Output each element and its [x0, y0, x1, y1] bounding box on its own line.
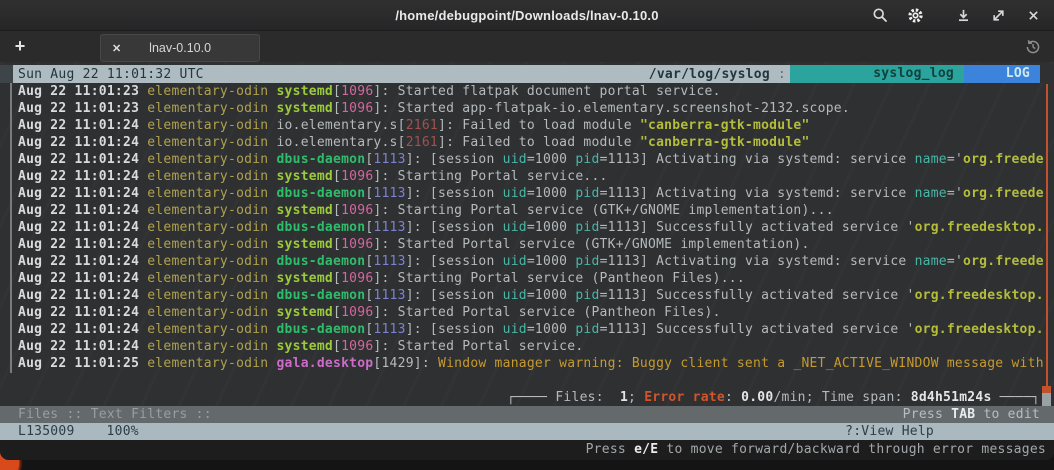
tab-label: lnav-0.10.0: [121, 41, 239, 55]
tab-key-hint: TAB: [951, 407, 975, 422]
log-line: Aug 22 11:01:23 elementary-odin systemd[…: [0, 100, 1054, 117]
log-line: Aug 22 11:01:24 elementary-odin systemd[…: [0, 168, 1054, 185]
current-time: Sun Aug 22 11:01:32 UTC: [13, 66, 204, 83]
log-view: Aug 22 11:01:23 elementary-odin systemd[…: [0, 83, 1054, 372]
log-line: Aug 22 11:01:25 elementary-odin gala.des…: [0, 355, 1054, 372]
view-help-hint[interactable]: ?:View Help: [845, 423, 934, 440]
titlebar-actions: [858, 0, 1046, 30]
resize-icon[interactable]: [985, 2, 1011, 28]
gear-icon[interactable]: [902, 2, 928, 28]
terminal-window: /home/debugpoint/Downloads/lnav-0.10.0 +…: [0, 0, 1054, 460]
log-line: Aug 22 11:01:23 elementary-odin systemd[…: [0, 83, 1054, 100]
log-format-badge: syslog_log: [790, 65, 964, 83]
log-line: Aug 22 11:01:24 elementary-odin systemd[…: [0, 338, 1054, 355]
filter-statusbar: Files :: Text Filters :: Press TAB to ed…: [0, 406, 1054, 423]
tab-lnav[interactable]: ✕ lnav-0.10.0: [100, 34, 260, 62]
path-separator: :: [770, 66, 790, 83]
files-summary-overlay: ┌──── Files: 1; Error rate: 0.00/min; Ti…: [0, 389, 1054, 406]
lnav-top-statusbar: Sun Aug 22 11:01:32 UTC /var/log/syslog …: [0, 65, 1054, 83]
titlebar[interactable]: /home/debugpoint/Downloads/lnav-0.10.0: [0, 0, 1054, 31]
log-line: Aug 22 11:01:24 elementary-odin dbus-dae…: [0, 253, 1054, 270]
download-icon[interactable]: [950, 2, 976, 28]
topbar-edge: [1040, 65, 1054, 83]
view-name-badge: LOG: [964, 65, 1040, 83]
tabbar: + ✕ lnav-0.10.0: [0, 31, 1054, 64]
scrollbar-track[interactable]: [1046, 84, 1048, 389]
history-icon[interactable]: [1024, 38, 1042, 56]
close-icon[interactable]: [1020, 2, 1046, 28]
tab-hint: Press TAB to edit: [903, 406, 1040, 423]
log-line: Aug 22 11:01:24 elementary-odin systemd[…: [0, 304, 1054, 321]
log-line: Aug 22 11:01:24 elementary-odin io.eleme…: [0, 134, 1054, 151]
line-number: L135009: [18, 423, 75, 440]
position-statusbar: L135009 100% ?:View Help: [0, 423, 1054, 440]
lnav-terminal[interactable]: Sun Aug 22 11:01:32 UTC /var/log/syslog …: [0, 62, 1054, 460]
filter-tabs-label[interactable]: Files :: Text Filters ::: [18, 406, 212, 423]
log-line: Aug 22 11:01:24 elementary-odin dbus-dae…: [0, 321, 1054, 338]
log-file-path: /var/log/syslog: [649, 66, 770, 83]
log-line: Aug 22 11:01:24 elementary-odin io.eleme…: [0, 117, 1054, 134]
log-line: Aug 22 11:01:24 elementary-odin systemd[…: [0, 236, 1054, 253]
log-line: Aug 22 11:01:24 elementary-odin dbus-dae…: [0, 287, 1054, 304]
topbar-notch: [0, 65, 13, 83]
log-line: Aug 22 11:01:24 elementary-odin dbus-dae…: [0, 151, 1054, 168]
scroll-percent: 100%: [107, 423, 139, 440]
tab-close-icon[interactable]: ✕: [112, 42, 121, 55]
new-tab-button[interactable]: +: [8, 35, 32, 59]
window-title: /home/debugpoint/Downloads/lnav-0.10.0: [395, 8, 658, 23]
log-line: Aug 22 11:01:24 elementary-odin systemd[…: [0, 202, 1054, 219]
search-icon[interactable]: [867, 2, 893, 28]
log-line: Aug 22 11:01:24 elementary-odin dbus-dae…: [0, 219, 1054, 236]
log-left-rule: [10, 83, 12, 373]
log-line: Aug 22 11:01:24 elementary-odin dbus-dae…: [0, 185, 1054, 202]
scrollbar-thumb[interactable]: [1042, 386, 1051, 406]
log-line: Aug 22 11:01:24 elementary-odin systemd[…: [0, 270, 1054, 287]
keymap-hint-bar: Press e/E to move forward/backward throu…: [0, 440, 1054, 460]
error-nav-key-hint: e/E: [634, 442, 658, 457]
